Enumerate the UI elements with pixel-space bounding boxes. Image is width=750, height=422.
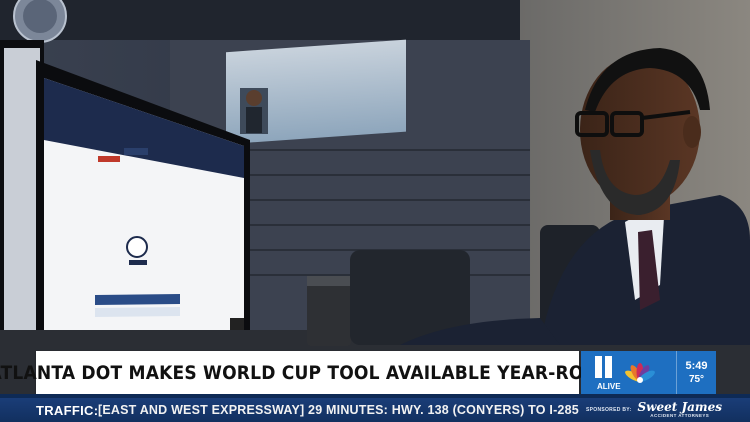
sponsor-tagline: ACCIDENT ATTORNEYS	[650, 413, 710, 419]
station-logo: ALIVE	[581, 351, 676, 394]
temperature: 75°	[688, 373, 705, 385]
sponsor-logo: Sweet James ACCIDENT ATTORNEYS	[637, 401, 722, 419]
sponsor: SPONSORED BY: Sweet James ACCIDENT ATTOR…	[586, 398, 722, 422]
peacock-icon	[625, 363, 655, 383]
sponsor-label: SPONSORED BY:	[585, 407, 632, 413]
news-ticker: TRAFFIC: [EAST AND WEST EXPRESSWAY] 29 M…	[0, 398, 750, 422]
time-temp: 5:49 75°	[676, 351, 716, 394]
station-name: ALIVE	[597, 382, 621, 391]
headline-text: ATLANTA DOT MAKES WORLD CUP TOOL AVAILAB…	[0, 361, 627, 384]
ticker-label: TRAFFIC:	[36, 402, 99, 418]
alive-logo-icon: ALIVE	[595, 356, 655, 391]
clock-time: 5:49	[685, 359, 708, 372]
sponsor-brand-name: Sweet James	[637, 400, 722, 415]
headline-bar: ATLANTA DOT MAKES WORLD CUP TOOL AVAILAB…	[0, 351, 626, 394]
ticker-text: [EAST AND WEST EXPRESSWAY] 29 MINUTES: H…	[98, 403, 579, 417]
